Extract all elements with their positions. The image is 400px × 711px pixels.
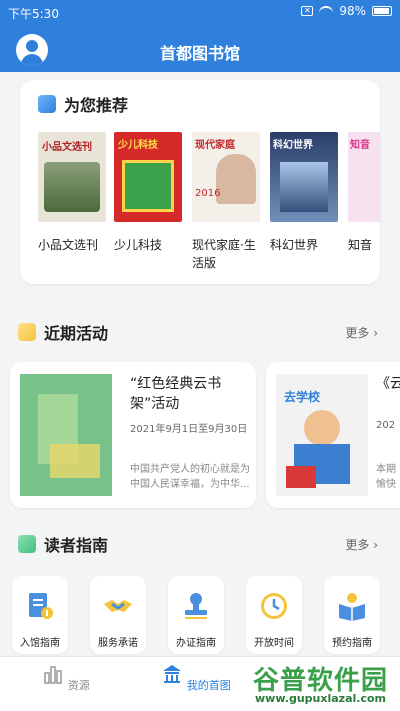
activity-poster (20, 374, 112, 496)
status-icons: ✕ 98% (301, 4, 392, 18)
yellow-square-icon (18, 323, 36, 341)
guide-heading: 读者指南 (18, 532, 108, 556)
cover-title: 知音 (350, 140, 370, 151)
activity-desc: 本期愉快 (376, 464, 396, 490)
guide-tile-service[interactable]: 服务承诺 (90, 576, 146, 654)
activity-desc: 中国共产党人的初心就是为中国人民谋幸福，为中华... (130, 464, 250, 490)
blue-square-icon (38, 95, 56, 113)
cover-year: 2016 (195, 188, 221, 199)
tile-label: 开放时间 (254, 638, 294, 649)
activity-title: 《云 (376, 376, 400, 392)
guide-more-link[interactable]: 更多 › (345, 536, 378, 553)
book-cover: 科幻世界 (270, 132, 338, 222)
cover-art (122, 160, 174, 212)
tile-label: 服务承诺 (98, 638, 138, 649)
nav-item-resources[interactable]: 资源 (26, 663, 106, 693)
tile-label: 预约指南 (332, 638, 372, 649)
nav-label: 资源 (67, 679, 90, 692)
book-cover: 小品文选刊 (38, 132, 106, 222)
guide-tile-reserve[interactable]: 预约指南 (324, 576, 380, 654)
poster-title: 去学校 (284, 390, 321, 404)
green-square-icon (18, 535, 36, 553)
clock-icon (261, 593, 287, 619)
wifi-icon (319, 6, 334, 16)
close-notification-icon: ✕ (301, 6, 314, 16)
cover-art (216, 154, 256, 204)
handshake-icon (104, 600, 132, 612)
cover-title: 科幻世界 (273, 140, 313, 151)
chevron-right-icon: › (373, 326, 378, 340)
guide-tile-hours[interactable]: 开放时间 (246, 576, 302, 654)
book-item[interactable]: 少儿科技 少儿科技 (114, 132, 182, 254)
guide-tile-entry[interactable]: 入馆指南 (12, 576, 68, 654)
app-header: 下午5:30 ✕ 98% 首都图书馆 (0, 0, 400, 72)
activity-poster: 去学校 (276, 374, 368, 496)
book-cover: 少儿科技 (114, 132, 182, 222)
book-cover: 现代家庭 2016 (192, 132, 260, 222)
page-title: 首都图书馆 (159, 44, 240, 63)
more-label: 更多 (345, 326, 370, 340)
book-title: 现代家庭·生活版 (192, 238, 256, 270)
battery-icon (372, 6, 392, 16)
poster-art (304, 410, 340, 446)
activity-date: 2021年9月1日至9月30日 (130, 424, 248, 435)
recommend-card: 为您推荐 小品文选刊 小品文选刊 少儿科技 少儿科技 现代家庭 2016 现代家… (20, 80, 380, 284)
battery-level: 98% (339, 4, 366, 18)
more-label: 更多 (345, 538, 370, 552)
activities-heading-text: 近期活动 (44, 324, 109, 343)
recommend-heading: 为您推荐 (38, 92, 128, 116)
status-bar: 下午5:30 ✕ 98% (0, 0, 400, 24)
book-item[interactable]: 知音 知音 (348, 132, 380, 254)
recommend-heading-text: 为您推荐 (64, 96, 129, 115)
book-item[interactable]: 小品文选刊 小品文选刊 (38, 132, 106, 254)
poster-art (286, 466, 316, 488)
temple-icon (163, 665, 182, 683)
chevron-right-icon: › (373, 538, 378, 552)
activity-card[interactable]: 去学校 《云 202 本期愉快 (266, 362, 400, 508)
tile-label: 入馆指南 (20, 638, 60, 649)
cover-title: 小品文选刊 (42, 142, 92, 153)
activity-card[interactable]: “红色经典云书架”活动 2021年9月1日至9月30日 中国共产党人的初心就是为… (10, 362, 256, 508)
cover-art (44, 162, 100, 212)
book-title: 知音 (348, 238, 373, 252)
cover-title: 现代家庭 (195, 140, 235, 151)
book-title: 小品文选刊 (38, 238, 99, 252)
activity-date: 202 (376, 420, 396, 431)
status-time: 下午5:30 (8, 7, 59, 21)
book-item[interactable]: 现代家庭 2016 现代家庭·生活版 (192, 132, 260, 272)
watermark: 谷普软件园 www.gupuxlazal.com (216, 656, 396, 711)
guide-heading-text: 读者指南 (44, 536, 109, 555)
guide-tile-card[interactable]: 办证指南 (168, 576, 224, 654)
book-icon (339, 593, 365, 621)
activity-title: “红色经典云书架”活动 (130, 376, 222, 412)
activities-heading: 近期活动 (18, 320, 108, 344)
guide-doc-icon (29, 593, 53, 619)
activities-more-link[interactable]: 更多 › (345, 324, 378, 341)
book-cover: 知音 (348, 132, 380, 222)
tile-label: 办证指南 (176, 638, 216, 649)
book-item[interactable]: 科幻世界 科幻世界 (270, 132, 338, 254)
book-title: 科幻世界 (270, 238, 319, 252)
stamp-icon (185, 593, 207, 619)
bar-chart-icon (44, 666, 62, 684)
cover-art (280, 162, 328, 212)
book-title: 少儿科技 (114, 238, 163, 252)
cover-title: 少儿科技 (118, 140, 158, 151)
poster-art (50, 444, 100, 478)
watermark-url: www.gupuxlazal.com (255, 692, 386, 705)
